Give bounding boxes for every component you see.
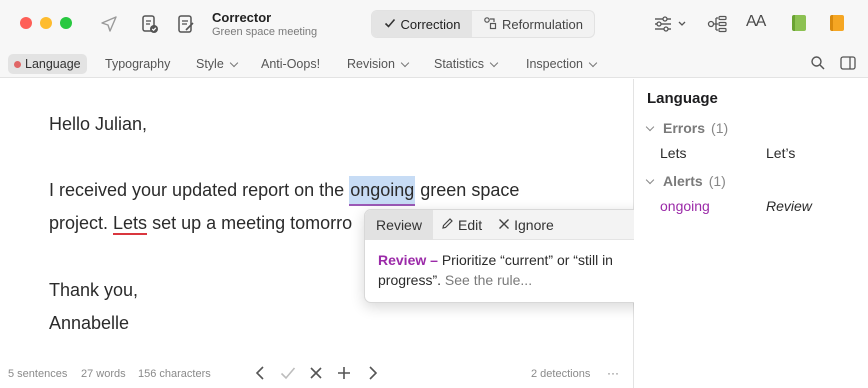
character-count: 156 characters — [138, 368, 211, 380]
reformulation-mode-button[interactable]: Reformulation — [472, 11, 594, 37]
popup-ignore-label: Ignore — [514, 216, 554, 233]
error-original-text[interactable]: Lets — [660, 145, 686, 161]
tab-language[interactable]: Language — [8, 54, 87, 74]
sidebar-toggle-icon[interactable] — [837, 52, 859, 74]
paragraph-line-2: project. Lets set up a meeting tomorro — [49, 213, 353, 235]
popup-message-title: Review – — [378, 252, 438, 268]
tab-anti-oops[interactable]: Anti-Oops! — [255, 54, 326, 74]
add-plus-icon[interactable] — [335, 364, 353, 382]
close-window-button[interactable] — [20, 17, 32, 29]
accept-check-icon[interactable] — [279, 364, 297, 382]
suggestion-popup: Review Edit Ignore Review – Prioritize “… — [364, 209, 655, 303]
popup-ignore-button[interactable]: Ignore — [490, 217, 562, 233]
highlighted-alert-word[interactable]: ongoing — [349, 176, 416, 206]
tab-statistics[interactable]: Statistics — [428, 54, 503, 74]
chevron-down-icon — [489, 58, 499, 67]
green-dictionary-icon[interactable] — [792, 15, 806, 31]
popup-review-label: Review — [376, 216, 422, 233]
settings-sliders-icon[interactable] — [652, 12, 688, 36]
paragraph-text: green space — [415, 180, 520, 200]
document-check-icon[interactable] — [138, 12, 162, 36]
search-icon[interactable] — [807, 52, 829, 74]
tab-typography[interactable]: Typography — [99, 54, 176, 74]
status-dot-icon — [14, 60, 21, 68]
reject-x-icon[interactable] — [307, 364, 325, 382]
hierarchy-list-icon[interactable] — [705, 12, 729, 36]
chevron-down-icon — [645, 175, 655, 184]
tab-statistics-label: Statistics — [434, 57, 485, 71]
correction-mode-label: Correction — [400, 16, 461, 32]
paragraph-text: set up a meeting tomorro — [147, 213, 353, 233]
error-suggestion-text[interactable]: Let’s — [766, 145, 795, 161]
errors-section-header[interactable]: Errors (1) — [645, 120, 729, 136]
chevron-down-icon — [400, 58, 410, 67]
tab-revision[interactable]: Revision — [341, 54, 414, 74]
detections-panel: Language Errors (1) Lets Let’s Alerts (1… — [634, 79, 868, 388]
tab-style-label: Style — [196, 57, 224, 71]
see-rule-link[interactable]: See the rule... — [441, 272, 532, 288]
paragraph-text: I received your updated report on the — [49, 180, 350, 200]
errors-count: (1) — [711, 120, 729, 136]
popup-message: Review – Prioritize “current” or “still … — [365, 240, 654, 300]
reformulation-icon — [483, 16, 497, 33]
window-subtitle: Green space meeting — [212, 26, 318, 38]
alerts-count: (1) — [708, 173, 726, 189]
popup-review-tab[interactable]: Review — [365, 210, 433, 240]
errors-label: Errors — [663, 120, 706, 136]
tab-typography-label: Typography — [105, 57, 171, 71]
chevron-down-icon — [645, 122, 655, 131]
tab-anti-oops-label: Anti-Oops! — [261, 57, 321, 71]
category-tab-bar: Language Typography Style Anti-Oops! Rev… — [0, 50, 868, 78]
document-edit-icon[interactable] — [174, 12, 198, 36]
title-bar: Corrector Green space meeting Correction… — [0, 0, 868, 50]
alerts-label: Alerts — [663, 173, 703, 189]
correction-mode-button[interactable]: Correction — [372, 11, 472, 37]
paragraph-line-1: I received your updated report on the on… — [49, 176, 520, 206]
minimize-window-button[interactable] — [40, 17, 52, 29]
previous-icon[interactable] — [251, 364, 269, 382]
mode-switcher: Correction Reformulation — [371, 10, 595, 38]
chevron-down-icon — [229, 58, 239, 67]
chevron-down-icon — [588, 58, 598, 67]
tab-inspection-label: Inspection — [526, 57, 583, 71]
close-icon — [498, 217, 510, 233]
signature-line: Annabelle — [49, 313, 130, 333]
word-count: 27 words — [81, 368, 126, 380]
text-size-button[interactable]: AA — [746, 13, 766, 31]
popup-edit-label: Edit — [458, 216, 483, 233]
error-word[interactable]: Lets — [113, 213, 148, 235]
paragraph-text: project. — [49, 213, 114, 233]
alerts-section-header[interactable]: Alerts (1) — [645, 173, 726, 189]
tab-inspection[interactable]: Inspection — [520, 54, 602, 74]
checkmark-icon — [384, 17, 396, 32]
next-icon[interactable] — [364, 364, 382, 382]
window-title: Corrector — [212, 10, 272, 25]
more-options-button[interactable]: ··· — [607, 366, 619, 380]
tab-style[interactable]: Style — [190, 54, 243, 74]
popup-toolbar: Review Edit Ignore — [365, 210, 654, 240]
greeting-line: Hello Julian, — [49, 114, 148, 134]
zoom-window-button[interactable] — [60, 17, 72, 29]
reformulation-mode-label: Reformulation — [502, 16, 583, 32]
closing-line: Thank you, — [49, 280, 139, 300]
send-icon[interactable] — [97, 12, 121, 36]
tab-revision-label: Revision — [347, 57, 395, 71]
detection-count: 2 detections — [531, 368, 591, 380]
popup-edit-button[interactable]: Edit — [433, 217, 490, 233]
alert-word-text[interactable]: ongoing — [660, 198, 710, 214]
orange-guide-icon[interactable] — [830, 15, 844, 31]
tab-language-label: Language — [25, 57, 81, 71]
panel-title: Language — [647, 90, 718, 107]
alert-action-text[interactable]: Review — [766, 198, 812, 214]
pencil-icon — [441, 217, 454, 233]
sentence-count: 5 sentences — [8, 368, 68, 380]
